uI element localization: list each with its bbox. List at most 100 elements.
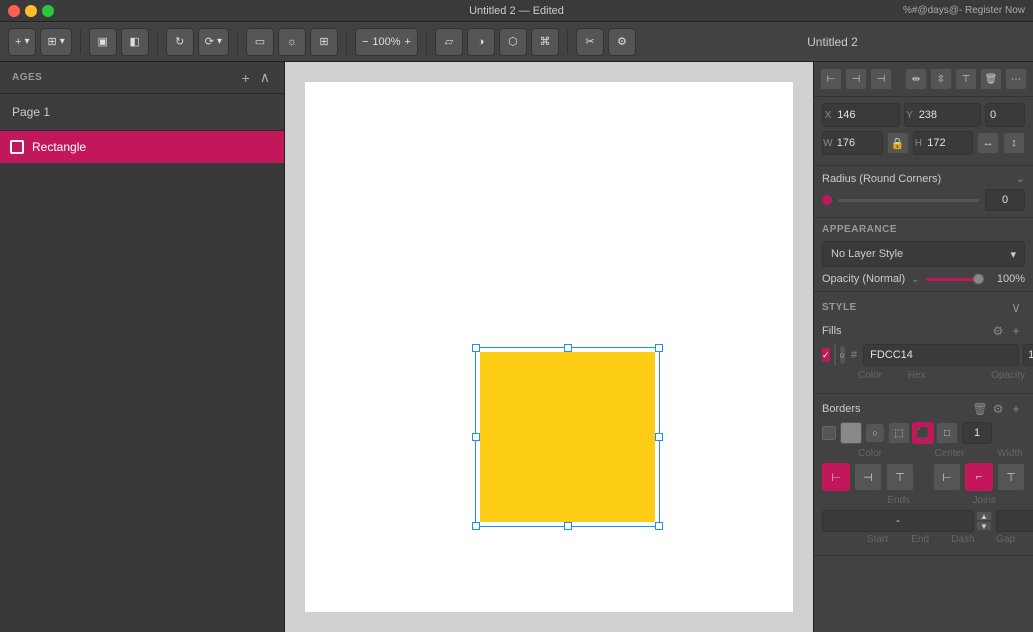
start-down-button[interactable]: ▼ (976, 521, 992, 531)
handle-top-left[interactable] (472, 344, 480, 352)
fills-settings-button[interactable]: ⚙ (989, 322, 1007, 340)
rectangle-shape[interactable] (480, 352, 655, 522)
end-style-1-button[interactable]: ⊢ (822, 463, 850, 491)
rotation-field[interactable] (985, 103, 1025, 127)
layer-style-dropdown[interactable]: No Layer Style ▾ (822, 241, 1025, 267)
export-button[interactable]: ◑ (467, 28, 495, 56)
delete-button[interactable]: 🗑 (980, 68, 1002, 90)
link-button[interactable]: ⌘ (531, 28, 559, 56)
rotate-button[interactable]: ↻ (166, 28, 194, 56)
layers-button[interactable]: ⊞ ▾ (40, 28, 71, 56)
zoom-control[interactable]: − 100% + (355, 28, 418, 56)
zoom-plus-icon[interactable]: + (405, 36, 411, 48)
page-1-item[interactable]: Page 1 (0, 98, 284, 126)
collapse-pages-button[interactable]: ∧ (258, 69, 272, 86)
end-style-3-button[interactable]: ⊤ (886, 463, 914, 491)
style-collapse-button[interactable]: ∨ (1007, 298, 1025, 316)
handle-mid-left[interactable] (472, 433, 480, 441)
fills-header: Fills ⚙ + (822, 322, 1025, 340)
component-button[interactable]: ⬡ (499, 28, 527, 56)
join-style-3-button[interactable]: ⊤ (997, 463, 1025, 491)
canvas-area[interactable] (285, 62, 813, 632)
register-text[interactable]: %#@days@- Register Now (903, 5, 1025, 16)
select-button[interactable]: ▣ (89, 28, 117, 56)
maximize-button[interactable] (42, 5, 54, 17)
handle-bot-left[interactable] (472, 522, 480, 530)
radius-value[interactable]: 0 (985, 189, 1025, 211)
align-right-button[interactable]: ⊣ (870, 68, 892, 90)
border-color-swatch[interactable] (840, 422, 862, 444)
rectangle-layer[interactable]: Rectangle (0, 131, 284, 163)
h-field[interactable]: H (913, 131, 974, 155)
more-button[interactable]: ⋯ (1005, 68, 1027, 90)
add-page-button[interactable]: + (240, 70, 252, 86)
select-type-button[interactable]: ◧ (121, 28, 149, 56)
flip-v-button[interactable]: ↕ (1003, 132, 1025, 154)
rotate-more-button[interactable]: ⟳ ▾ (198, 28, 229, 56)
border-width-input[interactable] (962, 422, 992, 444)
border-type-buttons: ⬚ ⬛ □ (888, 422, 958, 444)
zoom-minus-icon[interactable]: − (362, 36, 368, 48)
join-style-1-button[interactable]: ⊢ (933, 463, 961, 491)
start-up-button[interactable]: ▲ (976, 511, 992, 521)
fill-opacity-input[interactable] (1023, 344, 1033, 366)
align-v-button[interactable]: ⊤ (955, 68, 977, 90)
fill-color-swatch[interactable] (834, 344, 836, 366)
fill-hex-input[interactable] (863, 344, 1019, 366)
opacity-dropdown-icon[interactable]: ⌄ (911, 274, 919, 285)
radius-header: Radius (Round Corners) ⌄ (822, 172, 1025, 185)
opacity-thumb[interactable] (973, 274, 984, 285)
y-input[interactable] (915, 109, 980, 121)
handle-top-right[interactable] (655, 344, 663, 352)
distribute-h-button[interactable]: ⇹ (905, 68, 927, 90)
handle-bot-right[interactable] (655, 522, 663, 530)
w-field[interactable]: W (822, 131, 883, 155)
rotation-input[interactable] (986, 109, 1024, 121)
border-inner-button[interactable]: ⬚ (888, 422, 910, 444)
end-input[interactable] (996, 510, 1033, 532)
rectangle-tool[interactable]: ▭ (246, 28, 274, 56)
x-input[interactable] (833, 109, 898, 121)
align-center-h-button[interactable]: ⊣ (845, 68, 867, 90)
handle-bot-mid[interactable] (564, 522, 572, 530)
flip-h-button[interactable]: ↔ (977, 132, 999, 154)
x-field[interactable]: X (822, 103, 900, 127)
borders-settings-button[interactable]: ⚙ (989, 400, 1007, 418)
border-center-button[interactable]: ⬛ (912, 422, 934, 444)
fill-checkbox[interactable]: ✓ (822, 348, 830, 362)
w-input[interactable] (833, 137, 882, 149)
cut-button[interactable]: ✂ (576, 28, 604, 56)
lock-ratio-button[interactable]: 🔒 (887, 132, 909, 154)
preview-button[interactable]: ▱ (435, 28, 463, 56)
end-style-2-button[interactable]: ⊣ (854, 463, 882, 491)
radius-dropdown-icon[interactable]: ⌄ (1016, 172, 1025, 185)
settings-button[interactable]: ⚙ (608, 28, 636, 56)
join-style-2-button[interactable]: ⌐ (965, 463, 993, 491)
handle-top-mid[interactable] (564, 344, 572, 352)
align-left-button[interactable]: ⊢ (820, 68, 842, 90)
wh-row: W 🔒 H ↔ ↕ (822, 131, 1025, 155)
pages-title: AGES (12, 72, 42, 83)
border-mode-button[interactable]: ○ (866, 424, 884, 442)
distribute-v-button[interactable]: ⇳ (930, 68, 952, 90)
close-button[interactable] (8, 5, 20, 17)
h-input[interactable] (923, 137, 972, 149)
fills-add-button[interactable]: + (1007, 322, 1025, 340)
plus-icon: + (15, 36, 21, 48)
borders-delete-button[interactable]: 🗑 (971, 400, 989, 418)
pages-list: Page 1 (0, 94, 284, 130)
handle-mid-right[interactable] (655, 433, 663, 441)
borders-add-button[interactable]: + (1007, 400, 1025, 418)
grid-tool[interactable]: ⊞ (310, 28, 338, 56)
insert-button[interactable]: + ▾ (8, 28, 36, 56)
minimize-button[interactable] (25, 5, 37, 17)
border-outer-button[interactable]: □ (936, 422, 958, 444)
fill-tool[interactable]: ☼ (278, 28, 306, 56)
layer-icon (10, 140, 24, 154)
radius-slider[interactable] (838, 199, 979, 202)
border-checkbox[interactable] (822, 426, 836, 440)
start-input[interactable] (822, 510, 974, 532)
opacity-slider[interactable] (926, 278, 984, 281)
fill-mode-button[interactable]: ○ (840, 346, 845, 364)
y-field[interactable]: Y (904, 103, 982, 127)
